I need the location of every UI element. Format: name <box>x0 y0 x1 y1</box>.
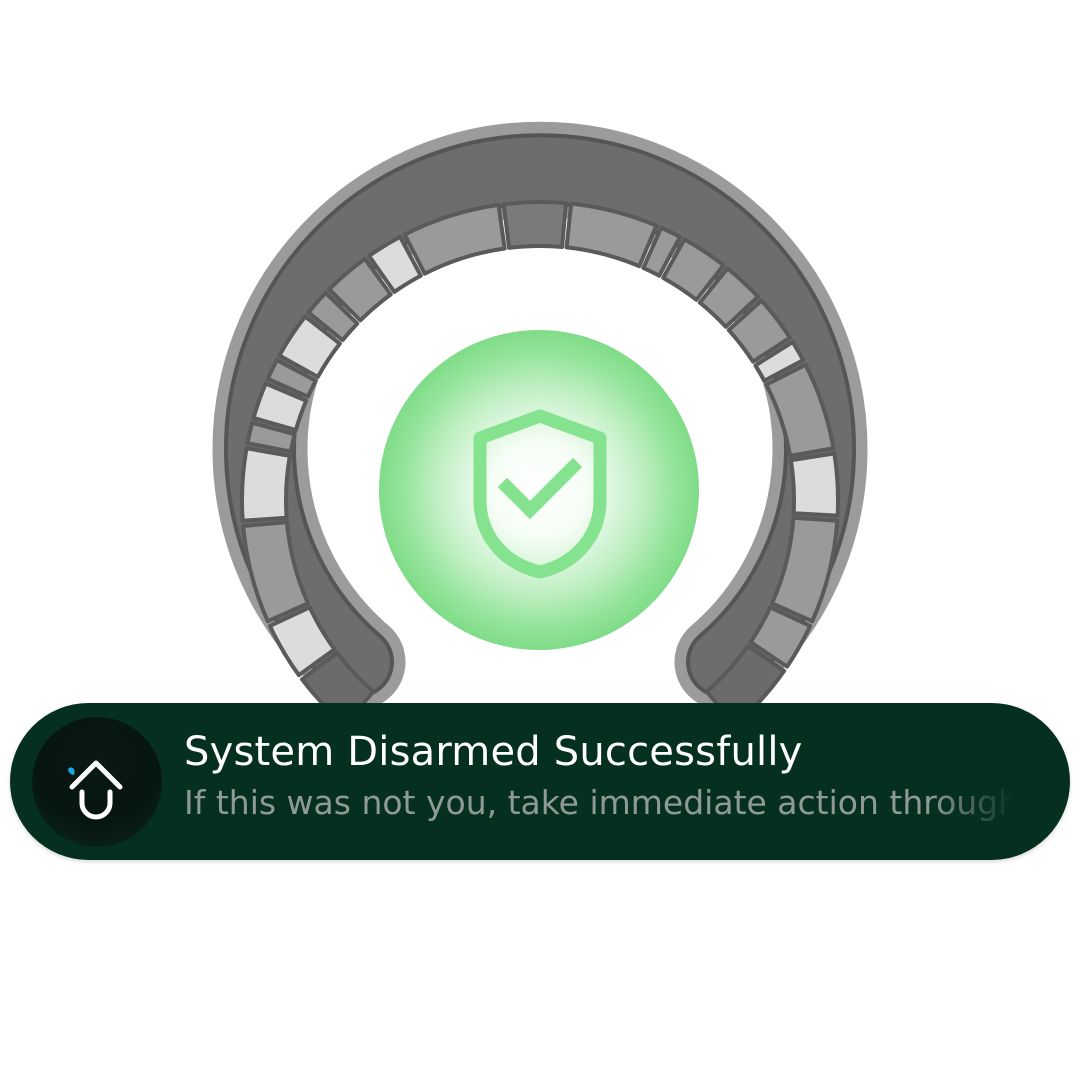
house-icon <box>68 760 123 820</box>
home-app-icon <box>32 717 162 847</box>
dial-segment <box>240 446 292 523</box>
screen: System Disarmed Successfully If this was… <box>0 0 1080 1080</box>
disarm-notification[interactable]: System Disarmed Successfully If this was… <box>10 703 1070 860</box>
notification-title: System Disarmed Successfully <box>184 729 803 775</box>
security-status-dial <box>212 121 868 727</box>
dial-segment <box>501 200 568 250</box>
notification-body: If this was not you, take immediate acti… <box>184 783 1014 822</box>
status-glow <box>379 330 699 650</box>
notification-body-container: If this was not you, take immediate acti… <box>184 783 1014 833</box>
dial-segment <box>788 451 840 518</box>
